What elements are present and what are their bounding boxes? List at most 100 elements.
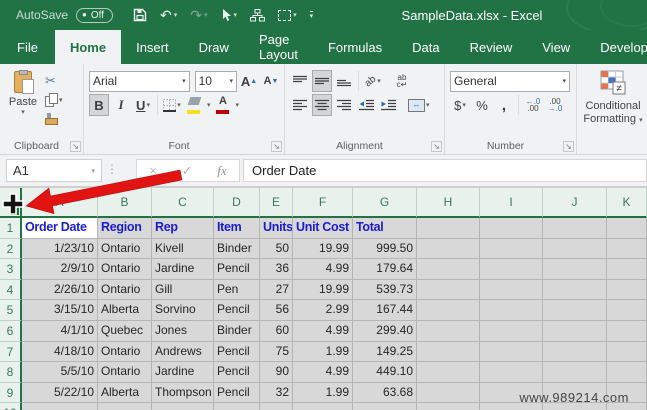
- top-align-button[interactable]: [290, 70, 310, 92]
- cell-B1[interactable]: Region: [98, 218, 152, 239]
- cell-B5[interactable]: Alberta: [98, 300, 152, 321]
- row-header-8[interactable]: 8: [0, 362, 22, 383]
- cell-G3[interactable]: 179.64: [353, 259, 417, 280]
- cell-K5[interactable]: [607, 300, 647, 321]
- bottom-align-button[interactable]: [334, 70, 354, 92]
- save-button[interactable]: [133, 8, 147, 22]
- cell-H4[interactable]: [417, 279, 480, 301]
- autosave-toggle[interactable]: ● Off: [76, 7, 114, 23]
- cell-D2[interactable]: Binder: [214, 238, 260, 260]
- decrease-decimal-button[interactable]: .00 →.0: [545, 94, 565, 116]
- cell-J6[interactable]: [543, 320, 607, 342]
- clipboard-dialog-launcher[interactable]: ↘: [70, 141, 81, 152]
- row-header-2[interactable]: 2: [0, 238, 22, 260]
- italic-button[interactable]: I: [111, 94, 131, 116]
- cell-J2[interactable]: [543, 238, 607, 260]
- cell-F8[interactable]: 4.99: [293, 362, 353, 383]
- cell-I8[interactable]: [480, 362, 543, 383]
- fill-color-button[interactable]: [184, 94, 205, 116]
- cell-K7[interactable]: [607, 341, 647, 363]
- cell-A8[interactable]: 5/5/10: [22, 362, 98, 383]
- row-header-5[interactable]: 5: [0, 300, 22, 321]
- cell-G1[interactable]: Total: [353, 218, 417, 239]
- cell-I6[interactable]: [480, 320, 543, 342]
- cell-C4[interactable]: Gill: [152, 279, 214, 301]
- decrease-font-size-button[interactable]: A ▼: [261, 70, 281, 92]
- column-header-E[interactable]: E: [260, 188, 293, 218]
- decrease-indent-button[interactable]: [356, 94, 376, 116]
- format-painter-button[interactable]: [45, 110, 63, 127]
- cell-C8[interactable]: Jardine: [152, 362, 214, 383]
- cell-C1[interactable]: Rep: [152, 218, 214, 239]
- row-header-3[interactable]: 3: [0, 259, 22, 280]
- customize-qat-button[interactable]: ▾: [309, 10, 314, 20]
- cell-D3[interactable]: Pencil: [214, 259, 260, 280]
- cell-I1[interactable]: [480, 218, 543, 239]
- cell-J3[interactable]: [543, 259, 607, 280]
- cell-D1[interactable]: Item: [214, 218, 260, 239]
- row-header-10[interactable]: 10: [0, 403, 22, 410]
- tab-home[interactable]: Home: [54, 30, 122, 64]
- tab-draw[interactable]: Draw: [184, 30, 244, 64]
- percent-style-button[interactable]: %: [472, 94, 492, 116]
- cell-K8[interactable]: [607, 362, 647, 383]
- cell-H9[interactable]: [417, 382, 480, 404]
- cell-H7[interactable]: [417, 341, 480, 363]
- cell-I5[interactable]: [480, 300, 543, 321]
- redo-button[interactable]: ↷ ▾: [190, 8, 207, 22]
- cell-K6[interactable]: [607, 320, 647, 342]
- tab-file[interactable]: File: [0, 30, 55, 64]
- cell-F6[interactable]: 4.99: [293, 320, 353, 342]
- cell-J1[interactable]: [543, 218, 607, 239]
- cell-H2[interactable]: [417, 238, 480, 260]
- font-color-button[interactable]: A: [213, 94, 234, 116]
- cell-D7[interactable]: Pencil: [214, 341, 260, 363]
- formula-input[interactable]: Order Date: [243, 159, 647, 182]
- undo-button[interactable]: ↶ ▾: [160, 8, 177, 22]
- cell-A2[interactable]: 1/23/10: [22, 238, 98, 260]
- cell-E7[interactable]: 75: [260, 341, 293, 363]
- cell-K2[interactable]: [607, 238, 647, 260]
- cell-H8[interactable]: [417, 362, 480, 383]
- cell-J4[interactable]: [543, 279, 607, 301]
- cell-B4[interactable]: Ontario: [98, 279, 152, 301]
- cell-F3[interactable]: 4.99: [293, 259, 353, 280]
- cell-E2[interactable]: 50: [260, 238, 293, 260]
- cell-C9[interactable]: Thompson: [152, 382, 214, 404]
- row-header-1[interactable]: 1: [0, 218, 22, 239]
- column-header-G[interactable]: G: [353, 188, 417, 218]
- cell-C5[interactable]: Sorvino: [152, 300, 214, 321]
- cell-C7[interactable]: Andrews: [152, 341, 214, 363]
- conditional-formatting-button[interactable]: ≠ Conditional Formatting ▾: [577, 64, 647, 154]
- align-right-button[interactable]: [334, 94, 354, 116]
- cell-H3[interactable]: [417, 259, 480, 280]
- bold-button[interactable]: B: [89, 94, 109, 116]
- copy-button[interactable]: ▾: [45, 91, 63, 108]
- cell-F2[interactable]: 19.99: [293, 238, 353, 260]
- cell-G2[interactable]: 999.50: [353, 238, 417, 260]
- cell-E1[interactable]: Units: [260, 218, 293, 239]
- cell-B6[interactable]: Quebec: [98, 320, 152, 342]
- tab-data[interactable]: Data: [397, 30, 454, 64]
- cell-B2[interactable]: Ontario: [98, 238, 152, 260]
- cell-I7[interactable]: [480, 341, 543, 363]
- wrap-text-button[interactable]: ab c↵: [392, 70, 412, 92]
- cell-C10[interactable]: [152, 403, 214, 410]
- cell-I4[interactable]: [480, 279, 543, 301]
- cell-G8[interactable]: 449.10: [353, 362, 417, 383]
- hierarchy-button[interactable]: [250, 8, 266, 22]
- cell-F5[interactable]: 2.99: [293, 300, 353, 321]
- tab-formulas[interactable]: Formulas: [313, 30, 397, 64]
- increase-decimal-button[interactable]: ←.0.00: [523, 94, 543, 116]
- cancel-button[interactable]: ×: [149, 163, 157, 178]
- cell-A4[interactable]: 2/26/10: [22, 279, 98, 301]
- alignment-dialog-launcher[interactable]: ↘: [431, 141, 442, 152]
- cell-C2[interactable]: Kivell: [152, 238, 214, 260]
- cell-J5[interactable]: [543, 300, 607, 321]
- cell-F9[interactable]: 1.99: [293, 382, 353, 404]
- cell-B7[interactable]: Ontario: [98, 341, 152, 363]
- cell-E4[interactable]: 27: [260, 279, 293, 301]
- cell-E8[interactable]: 90: [260, 362, 293, 383]
- cell-B9[interactable]: Alberta: [98, 382, 152, 404]
- cell-F7[interactable]: 1.99: [293, 341, 353, 363]
